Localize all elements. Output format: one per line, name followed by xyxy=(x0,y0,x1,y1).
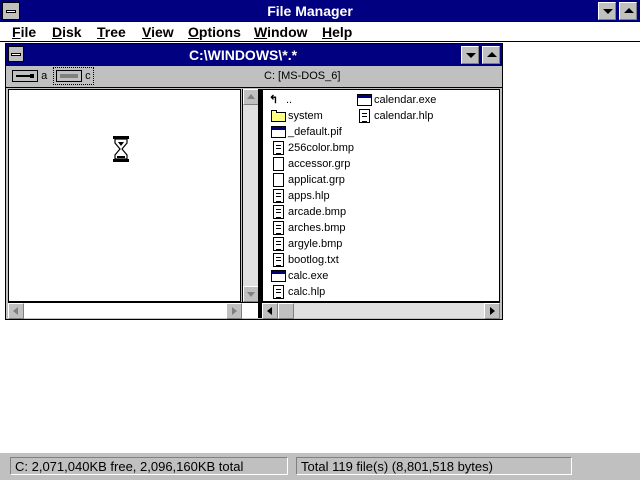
app-title: File Manager xyxy=(267,3,353,19)
folder-icon xyxy=(271,110,286,122)
tree-horizontal-scrollbar[interactable] xyxy=(8,302,258,319)
app-titlebar[interactable]: File Manager xyxy=(0,0,640,22)
hard-disk-icon xyxy=(56,70,82,83)
app-minimize-button[interactable] xyxy=(598,2,616,20)
tree-scroll-right-button[interactable] xyxy=(226,303,242,319)
document-icon xyxy=(273,253,284,267)
document-icon xyxy=(273,237,284,251)
document-icon xyxy=(273,205,284,219)
document-icon xyxy=(273,189,284,203)
app-maximize-button[interactable] xyxy=(619,2,637,20)
drive-c-letter: c xyxy=(85,70,91,82)
up-arrow-icon: ↰ xyxy=(269,94,279,106)
drive-bar: a c C: [MS-DOS_6] xyxy=(6,66,502,88)
tree-scroll-down-button[interactable] xyxy=(243,286,259,302)
app-system-menu-button[interactable] xyxy=(2,2,20,20)
document-icon xyxy=(273,221,284,235)
directory-maximize-button[interactable] xyxy=(482,46,500,64)
menu-window[interactable]: Window xyxy=(252,23,310,41)
tree-scroll-up-button[interactable] xyxy=(243,89,259,105)
files-scroll-thumb[interactable] xyxy=(278,303,294,319)
files-scroll-left-button[interactable] xyxy=(262,303,278,319)
file-total-status: Total 119 file(s) (8,801,518 bytes) xyxy=(296,457,572,475)
document-icon xyxy=(273,141,284,155)
menu-disk[interactable]: Disk xyxy=(50,23,84,41)
volume-label: C: [MS-DOS_6] xyxy=(264,70,341,82)
drive-a-letter: a xyxy=(41,70,48,82)
directory-tree-pane[interactable] xyxy=(8,89,241,302)
directory-minimize-button[interactable] xyxy=(461,46,479,64)
hourglass-icon xyxy=(113,136,129,162)
directory-window-title: C:\WINDOWS\*.* xyxy=(188,47,298,63)
menu-file[interactable]: File xyxy=(10,23,38,41)
directory-window: C:\WINDOWS\*.* a c C: [MS-DOS_6] ↰ .. sy… xyxy=(5,43,503,320)
menu-view[interactable]: View xyxy=(140,23,176,41)
drive-c-button[interactable]: c xyxy=(53,67,94,85)
document-icon xyxy=(273,285,284,299)
directory-system-menu-button[interactable] xyxy=(8,46,24,62)
files-horizontal-scrollbar[interactable] xyxy=(262,302,500,319)
tree-vertical-scrollbar[interactable] xyxy=(242,89,259,302)
document-icon xyxy=(359,109,370,123)
program-icon xyxy=(271,126,286,138)
file-list-pane[interactable]: ↰ .. system _default.pif 256color.bmp ac… xyxy=(262,89,500,302)
program-icon xyxy=(271,270,286,282)
file-icon xyxy=(273,173,284,187)
files-scroll-right-button[interactable] xyxy=(484,303,500,319)
menu-tree[interactable]: Tree xyxy=(95,23,128,41)
file-icon xyxy=(273,157,284,171)
status-bar: C: 2,071,040KB free, 2,096,160KB total T… xyxy=(0,452,640,480)
program-icon xyxy=(357,94,372,106)
menu-options[interactable]: Options xyxy=(186,23,243,41)
menu-bar: File Disk Tree View Options Window Help xyxy=(0,22,640,42)
drive-a-button[interactable]: a xyxy=(12,68,47,84)
directory-window-titlebar[interactable]: C:\WINDOWS\*.* xyxy=(6,44,502,66)
floppy-drive-icon xyxy=(12,70,38,83)
tree-scroll-left-button[interactable] xyxy=(8,303,24,319)
disk-space-status: C: 2,071,040KB free, 2,096,160KB total xyxy=(10,457,288,475)
menu-help[interactable]: Help xyxy=(320,23,354,41)
